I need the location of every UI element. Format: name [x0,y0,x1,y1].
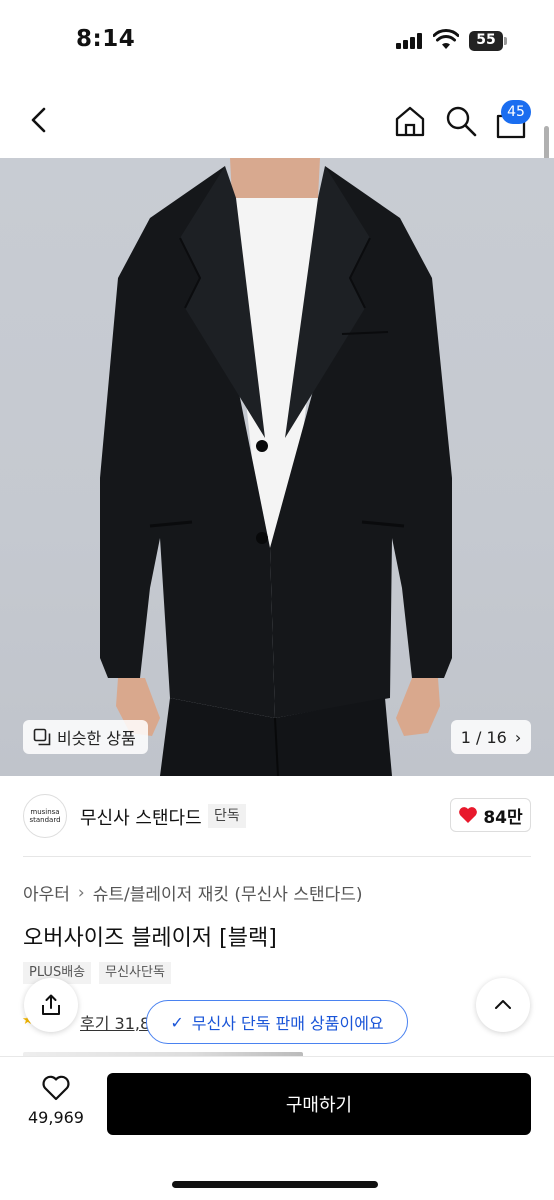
similar-products-button[interactable]: 비슷한 상품 [23,720,148,754]
check-icon: ✓ [170,1012,184,1032]
signal-icon [396,33,424,49]
status-bar: 8:14 55 [0,0,554,84]
image-page-counter-text: 1 / 16 [460,727,507,747]
brand-name[interactable]: 무신사 스탠다드 [80,804,202,830]
exclusive-toast-text: 무신사 단독 판매 상품이에요 [191,1014,384,1033]
similar-products-icon [33,728,51,746]
buy-button-label: 구매하기 [285,1095,353,1116]
brand-logo[interactable]: musinsa standard [23,794,67,838]
home-indicator [172,1181,378,1188]
cart-count-badge: 45 [501,100,531,124]
scroll-to-top-button[interactable] [476,978,530,1032]
breadcrumb: 아우터 › 슈트/블레이저 재킷 (무신사 스탠다드) [23,880,363,906]
breadcrumb-item-outer[interactable]: 아우터 [23,880,70,905]
brand-row[interactable]: musinsa standard 무신사 스탠다드 단독 84만 [0,776,554,856]
chevron-right-icon: › [77,882,85,903]
brand-logo-line1: musinsa [30,808,60,816]
exclusive-toast: ✓ 무신사 단독 판매 상품이에요 [146,1000,408,1044]
wishlist-button[interactable]: 49,969 [20,1074,92,1127]
brand-like-count: 84만 [483,807,523,828]
product-title: 오버사이즈 블레이저 [블랙] [23,926,277,951]
brand-like-button[interactable]: 84만 [450,798,531,832]
share-icon [42,994,60,1015]
back-icon[interactable] [24,104,56,136]
divider [23,856,531,857]
wishlist-count: 49,969 [28,1108,84,1127]
chevron-right-icon: › [514,727,522,747]
battery-level: 55 [476,32,496,48]
buy-button[interactable]: 구매하기 [107,1073,531,1135]
product-image[interactable] [0,158,554,776]
battery-icon: 55 [469,31,507,51]
similar-products-label: 비슷한 상품 [57,729,136,748]
tag-exclusive: 무신사단독 [99,962,171,984]
top-navigation [0,84,554,158]
status-time: 8:14 [76,26,136,52]
search-icon[interactable] [444,104,478,138]
brand-logo-line2: standard [29,816,61,824]
share-button[interactable] [24,978,78,1032]
chevron-up-icon [495,1000,511,1009]
review-link[interactable]: 후기 31,8 [80,1010,150,1034]
blazer-photo [100,158,452,776]
wifi-icon [433,29,459,49]
home-icon[interactable] [393,104,427,138]
heart-filled-icon [459,807,478,823]
image-page-counter[interactable]: 1 / 16 › [451,720,531,754]
breadcrumb-item-category[interactable]: 슈트/블레이저 재킷 (무신사 스탠다드) [93,880,363,905]
brand-exclusive-tag: 단독 [208,804,246,828]
heart-outline-icon [42,1075,70,1101]
